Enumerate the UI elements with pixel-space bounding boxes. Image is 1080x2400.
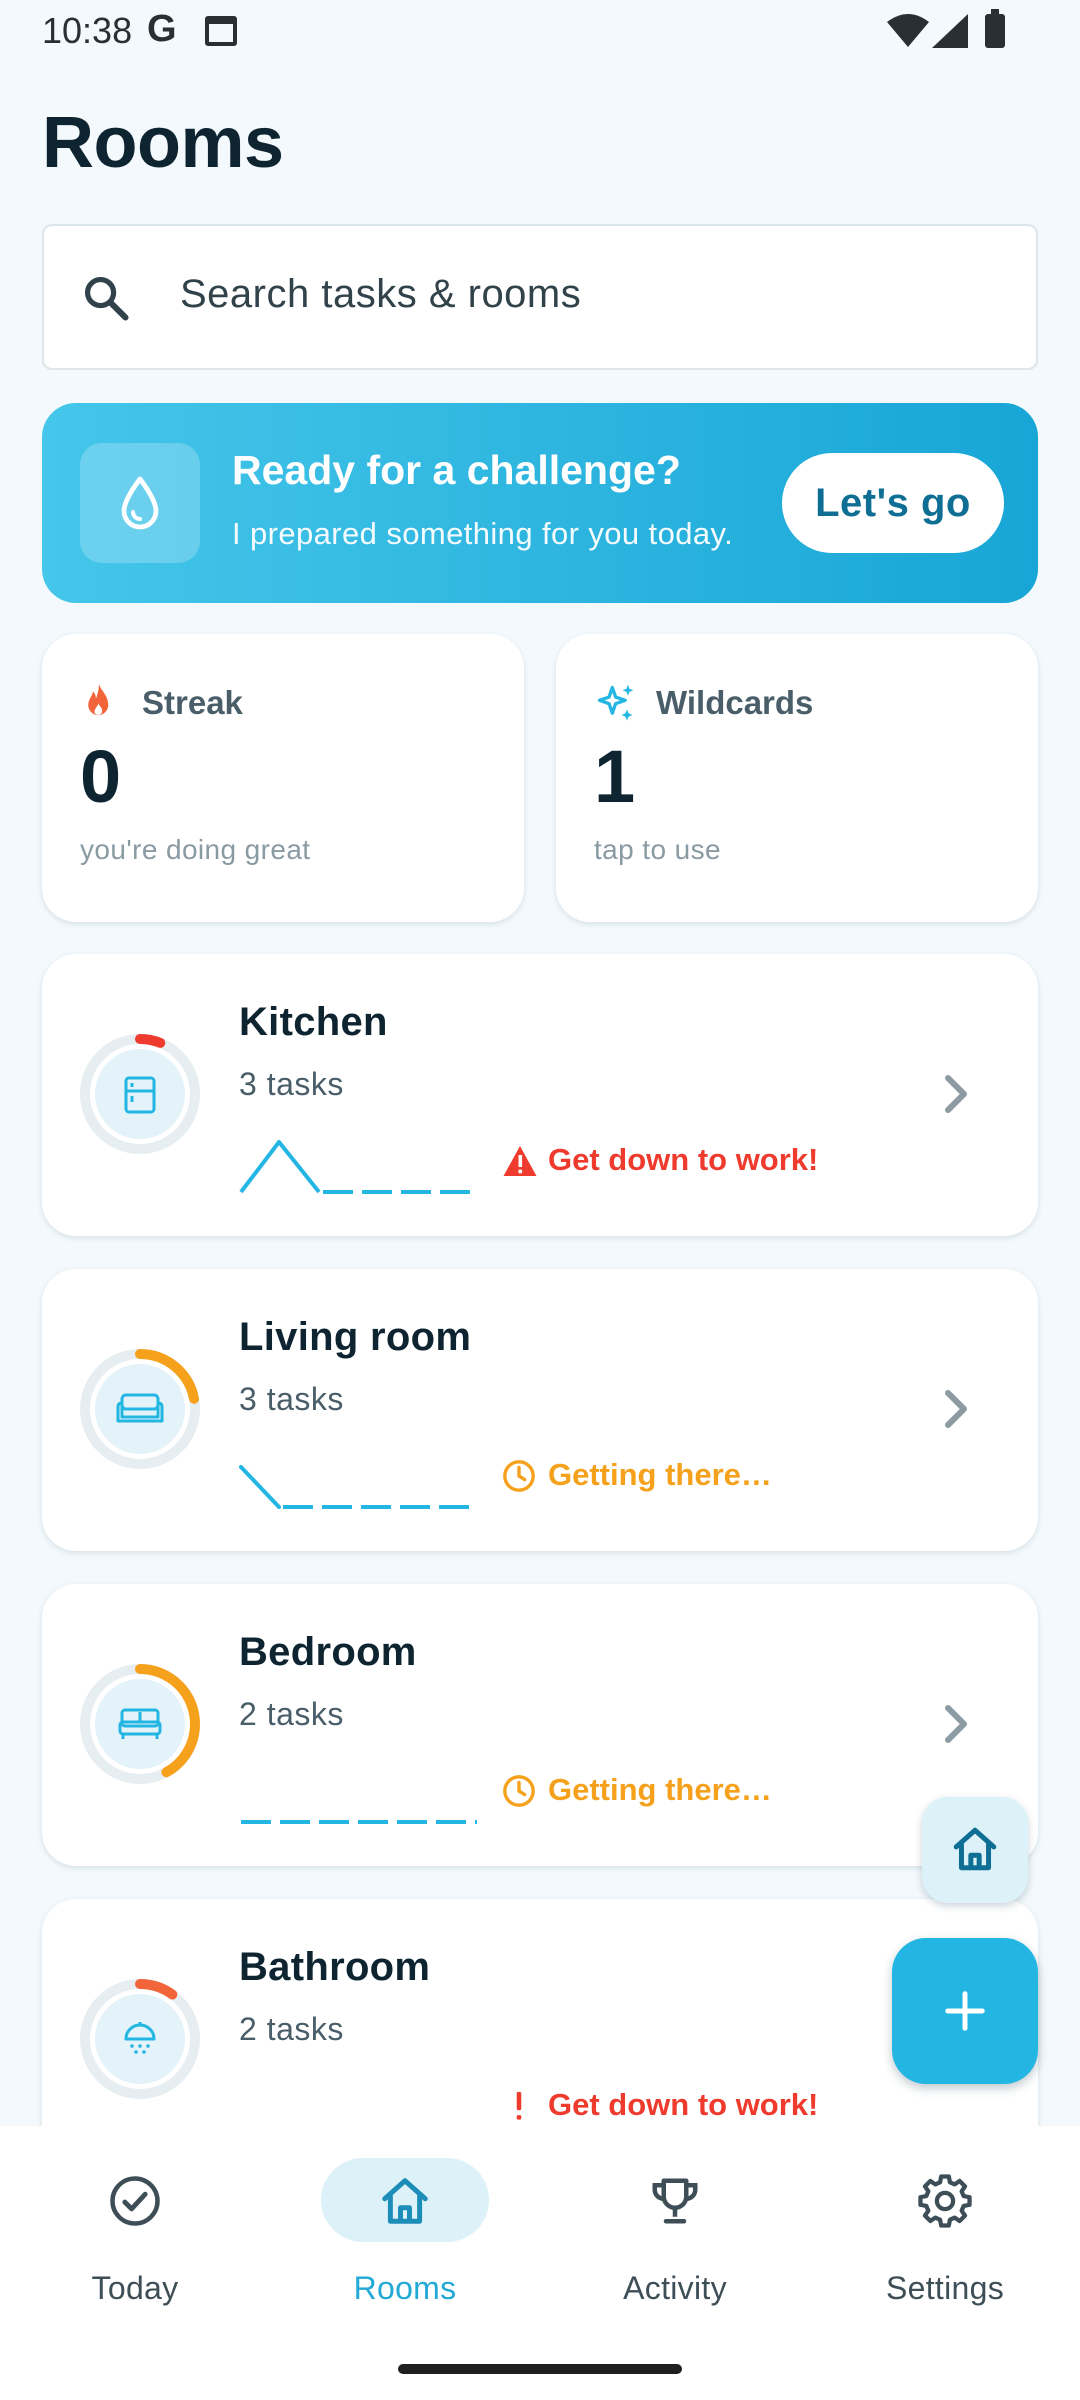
water-drop-icon <box>121 476 159 530</box>
nav-tab-settings[interactable]: Settings <box>810 2126 1080 2346</box>
progress-ring <box>80 1664 200 1784</box>
clock-icon <box>503 1775 535 1807</box>
wildcards-note: tap to use <box>594 834 721 865</box>
wildcards-label: Wildcards <box>656 684 814 721</box>
challenge-subtitle: I prepared something for you today. <box>232 516 734 551</box>
activity-sparkline <box>239 1140 477 1194</box>
bottom-navigation: Today Rooms Activity Settings <box>0 2126 1080 2400</box>
room-name: Bedroom <box>239 1630 417 1674</box>
home-icon <box>953 1827 997 1871</box>
streak-label: Streak <box>142 684 243 721</box>
nav-tab-activity[interactable]: Activity <box>540 2126 810 2346</box>
room-card-kitchen[interactable]: Kitchen 3 tasks Get down to work! <box>42 954 1038 1236</box>
fire-icon <box>88 683 109 716</box>
calendar-icon <box>205 16 237 46</box>
home-shortcut-button[interactable] <box>922 1797 1028 1903</box>
plus-icon <box>945 1991 985 2031</box>
room-status-text: Get down to work! <box>548 2087 819 2122</box>
nav-label: Rooms <box>353 2270 457 2306</box>
battery-icon <box>985 9 1005 48</box>
home-icon <box>382 2178 428 2224</box>
lets-go-button[interactable]: Let's go <box>782 453 1004 553</box>
room-status-text: Getting there… <box>548 1457 772 1492</box>
clock-icon <box>503 1460 535 1492</box>
sparkles-icon <box>597 684 634 721</box>
room-task-count: 2 tasks <box>239 2011 344 2047</box>
nav-label: Settings <box>885 2270 1005 2306</box>
challenge-icon-box <box>80 443 200 563</box>
room-card-living-room[interactable]: Living room 3 tasks Getting there… <box>42 1269 1038 1551</box>
gear-icon <box>918 2174 972 2228</box>
streak-value: 0 <box>80 735 122 818</box>
challenge-banner[interactable]: Ready for a challenge? I prepared someth… <box>42 403 1038 603</box>
activity-sparkline <box>239 1465 477 1509</box>
exclamation-icon <box>516 2091 522 2120</box>
wifi-icon <box>887 14 929 47</box>
nav-label: Today <box>91 2270 179 2306</box>
signal-icon <box>932 14 968 48</box>
streak-note: you're doing great <box>80 834 311 865</box>
room-task-count: 3 tasks <box>239 1066 344 1102</box>
status-time: 10:38 <box>42 10 133 51</box>
progress-ring <box>80 1034 200 1154</box>
check-circle-icon <box>110 2176 160 2226</box>
room-name: Bathroom <box>239 1945 431 1989</box>
room-status-text: Get down to work! <box>548 1142 819 1177</box>
status-bar: 10:38 G <box>0 0 1080 64</box>
search-bar[interactable] <box>42 224 1038 370</box>
wildcards-value: 1 <box>594 735 636 818</box>
search-input[interactable] <box>180 272 980 317</box>
chevron-right-icon <box>945 1075 967 1113</box>
chevron-right-icon <box>945 1390 967 1428</box>
search-icon <box>84 276 129 321</box>
nav-tab-rooms[interactable]: Rooms <box>270 2126 540 2346</box>
trophy-icon <box>652 2178 698 2224</box>
progress-ring <box>80 1349 200 1469</box>
gesture-bar[interactable] <box>398 2364 682 2374</box>
progress-ring <box>80 1979 200 2099</box>
add-button[interactable] <box>892 1938 1038 2084</box>
room-name: Living room <box>239 1315 472 1359</box>
google-icon: G <box>147 8 177 50</box>
activity-sparkline <box>241 1820 477 1824</box>
nav-tab-today[interactable]: Today <box>0 2126 270 2346</box>
chevron-right-icon <box>945 1705 967 1743</box>
rooms-screen: 10:38 G Rooms Ready for a challenge? I p… <box>0 0 1080 2400</box>
room-task-count: 3 tasks <box>239 1381 344 1417</box>
wildcards-card[interactable]: Wildcards 1 tap to use <box>556 634 1038 922</box>
challenge-title: Ready for a challenge? <box>232 447 681 493</box>
room-status-text: Getting there… <box>548 1772 772 1807</box>
streak-card[interactable]: Streak 0 you're doing great <box>42 634 524 922</box>
room-name: Kitchen <box>239 1000 388 1044</box>
room-card-bedroom[interactable]: Bedroom 2 tasks Getting there… <box>42 1584 1038 1866</box>
nav-label: Activity <box>623 2270 727 2306</box>
warning-triangle-icon <box>503 1146 537 1176</box>
page-title: Rooms <box>42 103 284 183</box>
room-task-count: 2 tasks <box>239 1696 344 1732</box>
